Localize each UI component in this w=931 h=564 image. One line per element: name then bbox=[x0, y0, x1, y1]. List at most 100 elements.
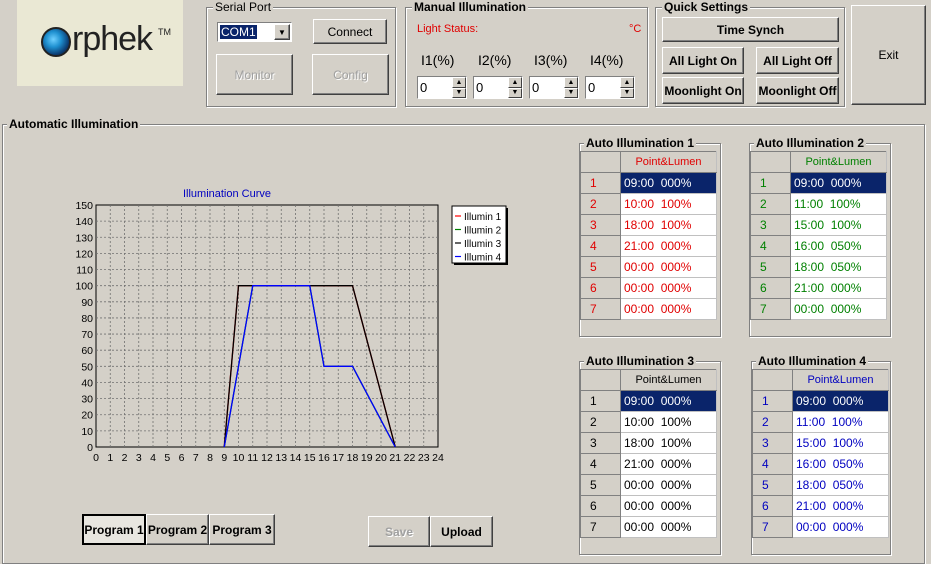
all-light-on-button[interactable]: All Light On bbox=[662, 47, 744, 74]
auto-illumination-1-table[interactable]: Point&Lumen 1 09:00 000% 2 10:00 100% 3 18:00 … bbox=[580, 151, 717, 320]
spin-down-icon[interactable]: ▼ bbox=[620, 87, 634, 98]
channel-2-stepper[interactable]: 0 ▲ ▼ bbox=[473, 76, 523, 99]
point-lumen-cell[interactable]: 00:00 000% bbox=[620, 277, 717, 299]
auto-illumination-4-table[interactable]: Point&Lumen 1 09:00 000% 2 11:00 100% 3 15:00 … bbox=[752, 369, 889, 538]
auto-illumination-2-table[interactable]: Point&Lumen 1 09:00 000% 2 11:00 100% 3 15:00 … bbox=[750, 151, 887, 320]
channel-3-value: 0 bbox=[532, 80, 540, 95]
table-row[interactable]: 2 11:00 100% bbox=[750, 193, 887, 215]
point-lumen-cell[interactable]: 09:00 000% bbox=[620, 172, 717, 194]
spin-up-icon[interactable]: ▲ bbox=[452, 77, 466, 88]
table-row[interactable]: 7 00:00 000% bbox=[580, 298, 717, 320]
table-row[interactable]: 1 09:00 000% bbox=[750, 172, 887, 194]
com-port-select[interactable]: COM1 ▼ bbox=[217, 22, 292, 42]
y-tick-label: 100 bbox=[75, 281, 93, 293]
program-3-button[interactable]: Program 3 bbox=[209, 514, 275, 545]
point-lumen-cell[interactable]: 10:00 100% bbox=[620, 193, 717, 215]
x-tick-label: 11 bbox=[247, 452, 258, 464]
point-lumen-cell[interactable]: 15:00 100% bbox=[792, 432, 889, 454]
point-lumen-cell[interactable]: 09:00 000% bbox=[792, 390, 889, 412]
table-row[interactable]: 4 21:00 000% bbox=[580, 235, 717, 257]
save-button[interactable]: Save bbox=[368, 516, 430, 547]
row-number: 5 bbox=[752, 474, 793, 496]
table-row[interactable]: 1 09:00 000% bbox=[580, 172, 717, 194]
table-row[interactable]: 2 11:00 100% bbox=[752, 411, 889, 433]
table-row[interactable]: 6 00:00 000% bbox=[580, 495, 717, 517]
point-lumen-cell[interactable]: 00:00 000% bbox=[792, 516, 889, 538]
time-synch-button[interactable]: Time Synch bbox=[662, 17, 839, 42]
moonlight-off-button[interactable]: Moonlight Off bbox=[756, 77, 839, 104]
point-lumen-cell[interactable]: 21:00 000% bbox=[790, 277, 887, 299]
spin-up-icon[interactable]: ▲ bbox=[564, 77, 578, 88]
point-lumen-cell[interactable]: 10:00 100% bbox=[620, 411, 717, 433]
table-row[interactable]: 3 18:00 100% bbox=[580, 214, 717, 236]
point-lumen-cell[interactable]: 09:00 000% bbox=[790, 172, 887, 194]
table-row[interactable]: 2 10:00 100% bbox=[580, 193, 717, 215]
table-row[interactable]: 1 09:00 000% bbox=[580, 390, 717, 412]
channel-3-label: I3(%) bbox=[534, 52, 568, 68]
table-row[interactable]: 2 10:00 100% bbox=[580, 411, 717, 433]
point-lumen-cell[interactable]: 09:00 000% bbox=[620, 390, 717, 412]
table-row[interactable]: 3 15:00 100% bbox=[750, 214, 887, 236]
chevron-down-icon[interactable]: ▼ bbox=[274, 24, 290, 40]
table-row[interactable]: 5 18:00 050% bbox=[750, 256, 887, 278]
auto-illumination-3-table[interactable]: Point&Lumen 1 09:00 000% 2 10:00 100% 3 18:00 … bbox=[580, 369, 717, 538]
table-row[interactable]: 6 21:00 000% bbox=[752, 495, 889, 517]
table-row[interactable]: 4 16:00 050% bbox=[750, 235, 887, 257]
config-button[interactable]: Config bbox=[312, 54, 389, 95]
table-row[interactable]: 1 09:00 000% bbox=[752, 390, 889, 412]
table-row[interactable]: 3 15:00 100% bbox=[752, 432, 889, 454]
point-lumen-cell[interactable]: 00:00 000% bbox=[620, 256, 717, 278]
table-row[interactable]: 4 16:00 050% bbox=[752, 453, 889, 475]
point-lumen-cell[interactable]: 18:00 100% bbox=[620, 214, 717, 236]
connect-button[interactable]: Connect bbox=[313, 19, 387, 44]
table-row[interactable]: 5 00:00 000% bbox=[580, 474, 717, 496]
legend-label: Illumin 1 bbox=[464, 212, 502, 223]
point-lumen-cell[interactable]: 00:00 000% bbox=[620, 474, 717, 496]
table-row[interactable]: 3 18:00 100% bbox=[580, 432, 717, 454]
y-tick-label: 130 bbox=[75, 232, 93, 244]
point-lumen-cell[interactable]: 15:00 100% bbox=[790, 214, 887, 236]
channel-4-stepper[interactable]: 0 ▲ ▼ bbox=[585, 76, 635, 99]
table-row[interactable]: 5 00:00 000% bbox=[580, 256, 717, 278]
program-1-button[interactable]: Program 1 bbox=[82, 514, 146, 545]
point-lumen-cell[interactable]: 21:00 000% bbox=[620, 235, 717, 257]
point-lumen-cell[interactable]: 00:00 000% bbox=[790, 298, 887, 320]
point-lumen-cell[interactable]: 21:00 000% bbox=[620, 453, 717, 475]
point-lumen-cell[interactable]: 16:00 050% bbox=[792, 453, 889, 475]
table-row[interactable]: 7 00:00 000% bbox=[750, 298, 887, 320]
point-lumen-cell[interactable]: 00:00 000% bbox=[620, 516, 717, 538]
program-2-button[interactable]: Program 2 bbox=[146, 514, 209, 545]
row-number: 1 bbox=[580, 172, 621, 194]
table-row[interactable]: 7 00:00 000% bbox=[752, 516, 889, 538]
table-row[interactable]: 5 18:00 050% bbox=[752, 474, 889, 496]
channel-3-stepper[interactable]: 0 ▲ ▼ bbox=[529, 76, 579, 99]
point-lumen-cell[interactable]: 18:00 100% bbox=[620, 432, 717, 454]
point-lumen-cell[interactable]: 21:00 000% bbox=[792, 495, 889, 517]
point-lumen-cell[interactable]: 00:00 000% bbox=[620, 298, 717, 320]
x-tick-label: 22 bbox=[404, 452, 416, 464]
point-lumen-header: Point&Lumen bbox=[620, 151, 717, 173]
spin-down-icon[interactable]: ▼ bbox=[508, 87, 522, 98]
point-lumen-cell[interactable]: 00:00 000% bbox=[620, 495, 717, 517]
table-row[interactable]: 6 21:00 000% bbox=[750, 277, 887, 299]
x-tick-label: 1 bbox=[107, 452, 113, 464]
channel-1-stepper[interactable]: 0 ▲ ▼ bbox=[417, 76, 467, 99]
spin-up-icon[interactable]: ▲ bbox=[508, 77, 522, 88]
spin-down-icon[interactable]: ▼ bbox=[564, 87, 578, 98]
upload-button[interactable]: Upload bbox=[430, 516, 493, 547]
spin-up-icon[interactable]: ▲ bbox=[620, 77, 634, 88]
row-number: 6 bbox=[580, 495, 621, 517]
point-lumen-cell[interactable]: 18:00 050% bbox=[790, 256, 887, 278]
monitor-button[interactable]: Monitor bbox=[216, 54, 293, 95]
table-row[interactable]: 7 00:00 000% bbox=[580, 516, 717, 538]
table-row[interactable]: 4 21:00 000% bbox=[580, 453, 717, 475]
moonlight-on-button[interactable]: Moonlight On bbox=[662, 77, 744, 104]
table-row[interactable]: 6 00:00 000% bbox=[580, 277, 717, 299]
all-light-off-button[interactable]: All Light Off bbox=[756, 47, 839, 74]
spin-down-icon[interactable]: ▼ bbox=[452, 87, 466, 98]
exit-button[interactable]: Exit bbox=[851, 5, 926, 105]
point-lumen-cell[interactable]: 11:00 100% bbox=[792, 411, 889, 433]
point-lumen-cell[interactable]: 16:00 050% bbox=[790, 235, 887, 257]
point-lumen-cell[interactable]: 18:00 050% bbox=[792, 474, 889, 496]
point-lumen-cell[interactable]: 11:00 100% bbox=[790, 193, 887, 215]
